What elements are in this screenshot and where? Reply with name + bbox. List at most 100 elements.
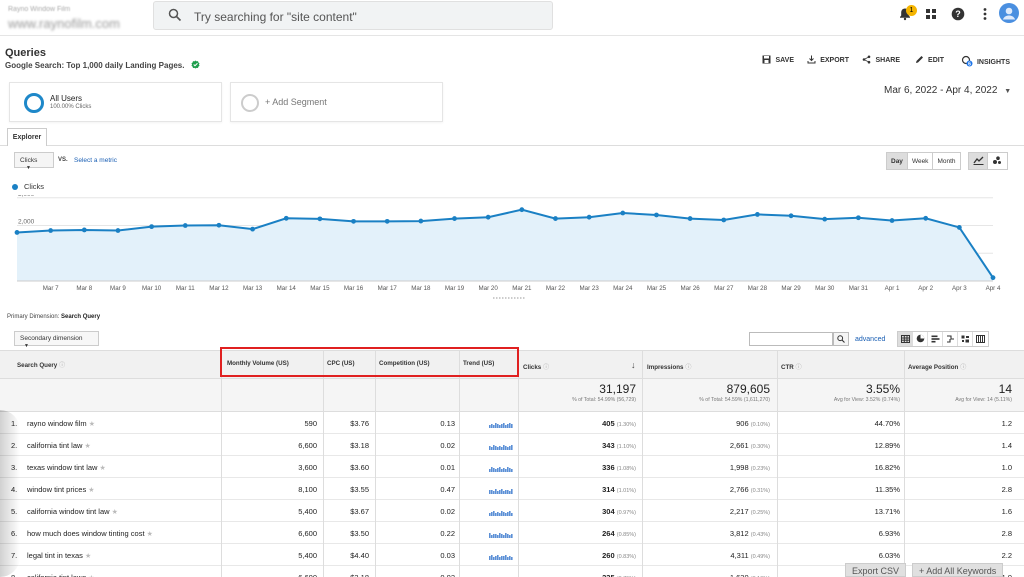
col-impressions[interactable]: Impressions ⓘ [647,362,691,371]
table-row[interactable]: 5.california window tint law ★5,400$3.67… [0,500,1024,522]
query-link[interactable]: california tint laws [27,573,86,577]
search-bar[interactable]: Try searching for "site content" [153,1,553,30]
notification-badge: 1 [906,5,917,16]
segment-all-users[interactable]: All Users 100.00% Clicks [9,82,222,122]
avatar-icon [999,2,1019,28]
help-circle-icon: ⓘ [960,364,967,371]
insights-button[interactable]: 6 INSIGHTS [961,55,1010,69]
trend-bar [491,490,493,494]
comparison-view-button[interactable] [943,332,958,346]
motion-chart-button[interactable] [988,153,1007,169]
x-tick-label: Apr 4 [986,285,1001,292]
query-link[interactable]: how much does window tinting cost [27,529,145,538]
query-link[interactable]: california window tint law [27,507,110,516]
month-button[interactable]: Month [933,153,960,169]
term-cloud-view-button[interactable] [958,332,973,346]
tab-explorer[interactable]: Explorer [7,128,47,146]
export-csv-button[interactable]: Export CSV [845,563,907,577]
x-tick-label: Mar 8 [76,285,92,292]
top-bar: Rayno Window Film www.raynofilm.com Try … [0,0,1024,36]
impressions-cell: 2,766 (0.31%) [730,485,770,494]
metric-selector[interactable]: Clicks ▼ [14,152,54,171]
more-button[interactable] [973,4,997,28]
scroll-edge-shadow [0,410,20,577]
col-average-position[interactable]: Average Position ⓘ [908,362,966,371]
x-tick-label: Apr 2 [918,285,933,292]
data-view-button[interactable] [898,332,913,346]
property-name: www.raynofilm.com [8,16,120,31]
date-range-picker[interactable]: Mar 6, 2022 - Apr 4, 2022 ▼ [884,85,1011,96]
table-row[interactable]: 6.how much does window tinting cost ★6,6… [0,522,1024,544]
week-button[interactable]: Week [907,153,934,169]
export-button[interactable]: EXPORT [807,55,849,66]
position-cell: 2.8 [1001,485,1012,494]
impressions-cell: 2,661 (0.30%) [730,441,770,450]
trend-bar [511,513,513,516]
y-tick-label: 3,000 [18,195,35,198]
edit-button[interactable]: EDIT [915,55,944,66]
table-row[interactable]: 4.window tint prices ★8,100$3.550.47314 … [0,478,1024,500]
day-button[interactable]: Day [887,153,908,169]
pencil-icon [915,55,924,66]
table-row[interactable]: 1.rayno window film ★590$3.760.13405 (1.… [0,412,1024,434]
trend-bar [509,491,511,494]
account-selector[interactable]: Rayno Window Film www.raynofilm.com [8,6,148,31]
trend-bar [493,511,495,516]
data-point [384,218,390,224]
star-icon[interactable]: ★ [100,465,106,472]
query-link[interactable]: legal tint in texas [27,551,83,560]
query-link[interactable]: window tint prices [27,485,86,494]
data-point [418,218,424,224]
position-cell: 1.4 [1001,441,1012,450]
line-chart-button[interactable] [969,153,988,169]
clicks-cell: 260 (0.83%) [602,551,636,560]
trend-bar [505,513,507,516]
star-icon[interactable]: ★ [85,553,91,560]
query-link[interactable]: texas window tint law [27,463,97,472]
notifications-button[interactable]: 1 [893,4,917,28]
data-point [519,207,525,213]
help-button[interactable]: ? [946,4,970,28]
query-link[interactable]: california tint law [27,441,82,450]
select-metric-link[interactable]: Select a metric [74,157,117,164]
trend-bar [503,468,505,472]
save-button[interactable]: SAVE [762,55,794,66]
trend-sparkline [489,423,513,428]
data-point [149,224,155,230]
add-segment-button[interactable]: + Add Segment [230,82,443,122]
clicks-percent: (0.97%) [616,510,636,516]
performance-view-button[interactable] [928,332,943,346]
table-search-button[interactable] [833,332,849,346]
share-button[interactable]: SHARE [862,55,900,66]
col-clicks[interactable]: Clicks ⓘ ↓ [523,360,636,371]
star-icon[interactable]: ★ [147,531,153,538]
query-link[interactable]: rayno window film [27,419,87,428]
account-avatar[interactable] [997,2,1021,28]
table-search-input[interactable] [749,332,833,346]
secondary-dimension-select[interactable]: Secondary dimension ▼ [14,331,99,349]
trend-bar [499,467,501,472]
advanced-filter-link[interactable]: advanced [855,336,885,343]
add-all-keywords-button[interactable]: + Add All Keywords [912,563,1004,577]
primary-dimension-value[interactable]: Search Query [61,314,100,320]
competition-cell: 0.22 [440,529,455,538]
star-icon[interactable]: ★ [89,421,95,428]
trend-sparkline [489,489,513,494]
star-icon[interactable]: ★ [112,509,118,516]
trend-bar [507,490,509,494]
data-point [855,215,861,221]
apps-button[interactable] [919,4,943,28]
star-icon[interactable]: ★ [85,443,91,450]
percentage-view-button[interactable] [913,332,928,346]
table-row[interactable]: 3.texas window tint law ★3,600$3.600.013… [0,456,1024,478]
query-cell: california tint laws ★ [27,573,95,577]
data-point [586,214,592,220]
position-cell: 2.2 [1001,551,1012,560]
col-ctr[interactable]: CTR ⓘ [781,362,802,371]
star-icon[interactable]: ★ [88,487,94,494]
volume-cell: 6,600 [298,573,317,577]
col-search-query[interactable]: Search Query ⓘ [17,360,65,369]
pivot-view-button[interactable] [973,332,988,346]
table-row[interactable]: 2.california tint law ★6,600$3.180.02343… [0,434,1024,456]
competition-cell: 0.02 [440,507,455,516]
